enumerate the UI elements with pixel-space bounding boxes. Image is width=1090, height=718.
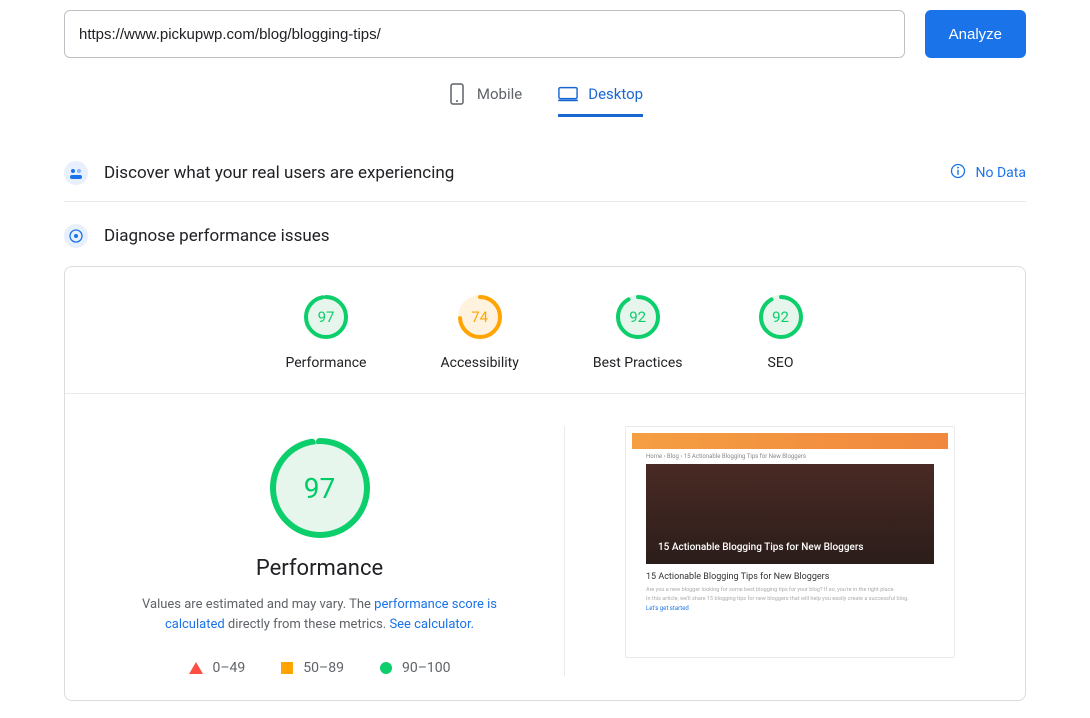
gauge-value: 92 <box>614 293 662 341</box>
perf-desc-text: Values are estimated and may vary. The <box>142 597 374 612</box>
tab-mobile-label: Mobile <box>477 85 522 103</box>
gauge-ring: 92 <box>757 293 805 341</box>
performance-gauge-value: 97 <box>276 444 364 532</box>
gauge-row: 97 Performance 74 Accessibility 92 Best … <box>65 267 1025 394</box>
legend-average: 50–89 <box>281 660 344 676</box>
thumb-body-title: 15 Actionable Blogging Tips for New Blog… <box>646 572 934 582</box>
performance-description: Values are estimated and may vary. The p… <box>120 595 520 634</box>
page-thumbnail: Home › Blog › 15 Actionable Blogging Tip… <box>625 426 955 658</box>
analyze-button[interactable]: Analyze <box>925 10 1026 58</box>
gauge-seo[interactable]: 92 SEO <box>757 293 805 371</box>
score-legend: 0–49 50–89 90–100 <box>189 660 451 676</box>
diagnose-icon <box>64 224 88 248</box>
gauge-accessibility[interactable]: 74 Accessibility <box>441 293 519 371</box>
thumb-hero: 15 Actionable Blogging Tips for New Blog… <box>646 464 934 564</box>
report-card: 97 Performance 74 Accessibility 92 Best … <box>64 266 1026 701</box>
performance-left: 97 Performance Values are estimated and … <box>95 426 565 676</box>
gauge-best-practices[interactable]: 92 Best Practices <box>593 293 683 371</box>
gauge-value: 92 <box>757 293 805 341</box>
legend-poor-label: 0–49 <box>213 660 246 676</box>
gauge-ring: 74 <box>456 293 504 341</box>
gauge-performance[interactable]: 97 Performance <box>286 293 367 371</box>
device-tabs: Mobile Desktop <box>64 84 1026 117</box>
gauge-ring: 97 <box>302 293 350 341</box>
discover-title: Discover what your real users are experi… <box>104 163 934 183</box>
square-icon <box>281 662 293 674</box>
url-bar: Analyze <box>64 10 1026 58</box>
gauge-label: Best Practices <box>593 355 683 371</box>
performance-detail: 97 Performance Values are estimated and … <box>65 394 1025 700</box>
perf-desc-text2: directly from these metrics. <box>225 617 390 632</box>
performance-gauge-large: 97 <box>270 438 370 538</box>
tab-desktop[interactable]: Desktop <box>558 84 643 117</box>
screenshot-preview: Home › Blog › 15 Actionable Blogging Tip… <box>585 426 995 676</box>
legend-avg-label: 50–89 <box>303 660 344 676</box>
diagnose-title: Diagnose performance issues <box>104 226 1026 246</box>
gauge-label: Performance <box>286 355 367 371</box>
diagnose-section: Diagnose performance issues <box>64 202 1026 262</box>
legend-good: 90–100 <box>380 660 451 676</box>
info-icon <box>950 163 966 183</box>
triangle-icon <box>189 662 203 674</box>
discover-section: Discover what your real users are experi… <box>64 145 1026 202</box>
mobile-icon <box>447 84 467 104</box>
tab-mobile[interactable]: Mobile <box>447 84 522 117</box>
thumb-body-cta: Let's get started <box>646 605 934 612</box>
gauge-value: 74 <box>456 293 504 341</box>
see-calculator-link[interactable]: See calculator. <box>389 617 474 632</box>
thumb-body-line2: In this article, we'll share 15 blogging… <box>646 596 934 602</box>
tab-desktop-label: Desktop <box>588 85 643 103</box>
circle-icon <box>380 662 392 674</box>
legend-poor: 0–49 <box>189 660 246 676</box>
url-input[interactable] <box>64 10 905 58</box>
gauge-label: Accessibility <box>441 355 519 371</box>
thumb-hero-title: 15 Actionable Blogging Tips for New Blog… <box>658 541 922 554</box>
legend-good-label: 90–100 <box>402 660 451 676</box>
thumb-body: 15 Actionable Blogging Tips for New Blog… <box>632 564 948 620</box>
desktop-icon <box>558 84 578 104</box>
gauge-value: 97 <box>302 293 350 341</box>
gauge-label: SEO <box>768 355 794 371</box>
no-data-label: No Data <box>976 165 1026 181</box>
thumb-breadcrumb: Home › Blog › 15 Actionable Blogging Tip… <box>632 449 948 464</box>
thumb-body-line1: Are you a new blogger looking for some b… <box>646 587 934 593</box>
no-data-link[interactable]: No Data <box>950 163 1026 183</box>
users-icon <box>64 161 88 185</box>
gauge-ring: 92 <box>614 293 662 341</box>
thumb-header <box>632 433 948 449</box>
performance-title: Performance <box>256 556 383 581</box>
